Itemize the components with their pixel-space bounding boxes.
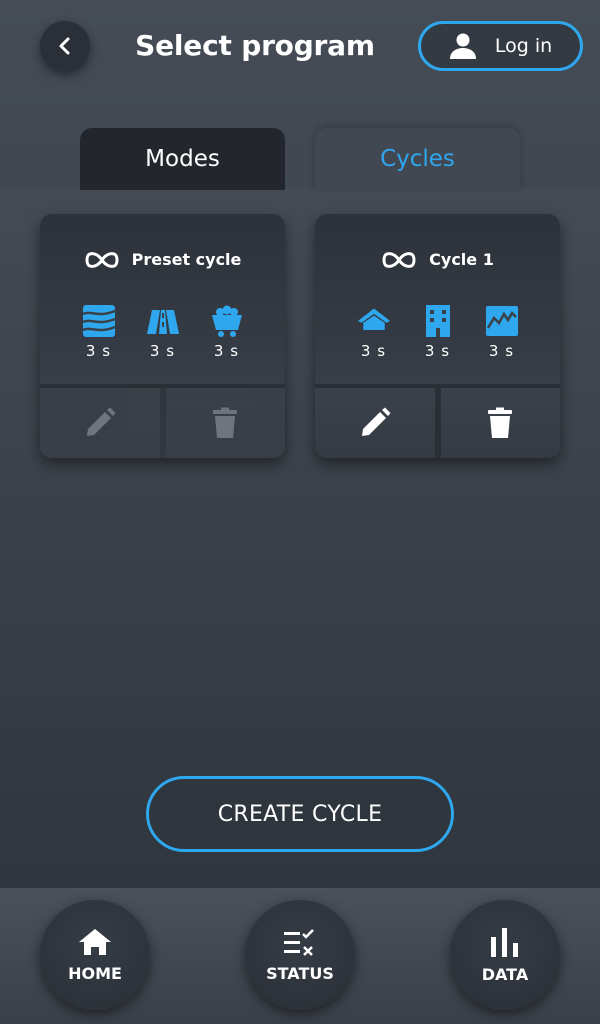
- step-duration: 3 s: [149, 342, 176, 360]
- chevron-left-icon: [59, 37, 70, 55]
- building-icon: [425, 305, 450, 337]
- step-list: 3 s 3 s 3 s: [315, 304, 560, 360]
- login-label: Log in: [494, 35, 553, 57]
- checklist-icon: [284, 928, 314, 956]
- delete-button[interactable]: [159, 388, 285, 458]
- nav-status-label: STATUS: [266, 963, 334, 983]
- card-actions: [40, 384, 285, 458]
- user-icon: [449, 33, 476, 59]
- edit-button[interactable]: [40, 388, 160, 458]
- delete-icon: [488, 407, 513, 438]
- step-list: 3 s 3 s 3 s: [40, 304, 285, 360]
- step-item: 3 s: [210, 304, 244, 360]
- step-item: 3 s: [485, 304, 519, 360]
- house-icon: [357, 308, 390, 330]
- page-title: Select program: [135, 29, 375, 62]
- home-icon: [79, 928, 111, 955]
- nav-home-label: HOME: [68, 963, 122, 983]
- step-item: 3 s: [357, 304, 391, 360]
- infinity-icon: [85, 251, 119, 268]
- tab-modes[interactable]: Modes: [80, 128, 285, 190]
- card-header: Cycle 1: [315, 250, 560, 269]
- mine-cart-icon: [211, 305, 242, 337]
- login-button[interactable]: Log in: [418, 21, 583, 71]
- card-actions: [315, 384, 560, 458]
- back-button[interactable]: [40, 21, 90, 71]
- nav-data-label: DATA: [481, 964, 529, 984]
- nav-status-button[interactable]: STATUS: [245, 900, 355, 1010]
- edit-icon: [361, 407, 391, 436]
- delete-icon: [213, 407, 238, 438]
- nav-data-button[interactable]: DATA: [450, 900, 560, 1010]
- edit-button[interactable]: [315, 388, 435, 458]
- card-title: Preset cycle: [131, 250, 242, 269]
- road-icon: [146, 310, 179, 334]
- step-duration: 3 s: [213, 342, 240, 360]
- edit-icon: [86, 407, 116, 436]
- cycle-card-preset[interactable]: Preset cycle 3 s 3 s 3 s: [40, 214, 285, 458]
- step-item: 3 s: [421, 304, 455, 360]
- delete-button[interactable]: [434, 388, 560, 458]
- step-duration: 3 s: [424, 342, 451, 360]
- create-cycle-button[interactable]: CREATE CYCLE: [146, 776, 454, 852]
- bar-chart-icon: [491, 927, 518, 957]
- infinity-icon: [382, 251, 416, 268]
- step-duration: 3 s: [360, 342, 387, 360]
- cycle-card-cycle-1[interactable]: Cycle 1 3 s 3 s 3 s: [315, 214, 560, 458]
- chart-area-icon: [485, 306, 518, 336]
- card-header: Preset cycle: [40, 250, 285, 269]
- nav-home-button[interactable]: HOME: [40, 900, 150, 1010]
- step-duration: 3 s: [488, 342, 515, 360]
- tab-cycles[interactable]: Cycles: [315, 128, 520, 190]
- waves-icon: [81, 305, 115, 337]
- app-screen: Select program Log in Modes Cycles Prese…: [0, 0, 600, 1024]
- step-duration: 3 s: [85, 342, 112, 360]
- step-item: 3 s: [146, 304, 180, 360]
- card-title: Cycle 1: [429, 250, 494, 269]
- step-item: 3 s: [81, 304, 116, 360]
